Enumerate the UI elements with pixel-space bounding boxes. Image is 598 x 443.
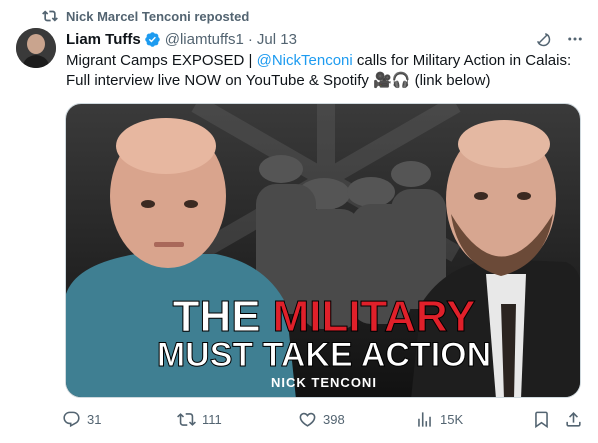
- headline-word-the: THE: [173, 292, 261, 341]
- like-icon: [299, 412, 316, 427]
- reply-icon: [63, 411, 80, 428]
- views-icon: [418, 412, 431, 427]
- like-button[interactable]: 398: [298, 410, 345, 429]
- tweet-text-part1: Migrant Camps EXPOSED |: [66, 52, 257, 69]
- views-button[interactable]: 15K: [415, 410, 463, 429]
- author-name[interactable]: Liam Tuffs: [66, 31, 141, 48]
- grok-icon[interactable]: [534, 30, 552, 48]
- thumbnail-caption: NICK TENCONI: [271, 375, 377, 390]
- repost-icon: [42, 10, 58, 22]
- media-thumbnail[interactable]: THE MILITARY MUST TAKE ACTION NICK TENCON…: [65, 103, 581, 398]
- like-count: 398: [323, 412, 345, 427]
- reply-count: 31: [87, 412, 102, 427]
- repost-indicator[interactable]: Nick Marcel Tenconi reposted: [42, 8, 249, 24]
- verified-badge-icon: [144, 31, 160, 47]
- tweet-date[interactable]: Jul 13: [257, 31, 297, 48]
- headline-word-military: MILITARY: [273, 292, 476, 341]
- svg-text:THEMILITARY: THE MILITARY: [173, 292, 476, 341]
- view-count: 15K: [440, 412, 464, 427]
- repost-count: 111: [202, 412, 222, 427]
- avatar[interactable]: [16, 28, 56, 68]
- headline-line2: MUST TAKE ACTION: [157, 336, 491, 374]
- author-handle[interactable]: @liamtuffs1: [165, 31, 244, 48]
- share-button[interactable]: [564, 410, 583, 429]
- repost-button[interactable]: 111: [177, 410, 222, 429]
- repost-text: Nick Marcel Tenconi reposted: [66, 8, 250, 24]
- more-icon[interactable]: [566, 30, 584, 48]
- bookmark-button[interactable]: [532, 410, 551, 429]
- tweet-text: Migrant Camps EXPOSED | @NickTenconi cal…: [66, 51, 586, 91]
- mention-link[interactable]: @NickTenconi: [257, 52, 353, 69]
- reply-button[interactable]: 31: [62, 410, 101, 429]
- action-bar: 31 111 398 15K: [62, 410, 586, 432]
- separator-dot: ·: [247, 30, 253, 48]
- share-icon: [566, 412, 581, 427]
- retweet-icon: [177, 413, 196, 426]
- tweet-header: Liam Tuffs @liamtuffs1 · Jul 13: [66, 29, 584, 49]
- bookmark-icon: [535, 411, 548, 429]
